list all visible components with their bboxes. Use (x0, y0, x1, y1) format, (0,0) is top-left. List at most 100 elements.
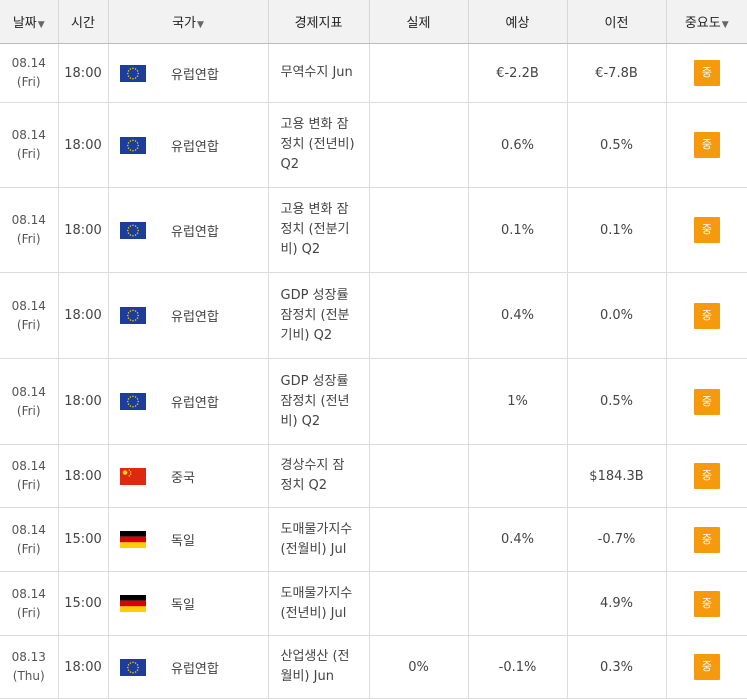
indicator-line: 고용 변화 잠 (280, 202, 349, 217)
actual-cell (369, 444, 469, 508)
eu-flag-icon (120, 658, 147, 676)
previous-cell: 0.5% (567, 358, 667, 445)
actual-cell (369, 507, 469, 572)
actual-cell (369, 272, 469, 359)
indicator-line: 비) Q2 (280, 242, 321, 257)
table-row[interactable]: 08.14 (Fri) 18:00 유럽연합 고용 변화 잠 정치 (전년비) Q2 0.6%… (0, 102, 747, 188)
actual-cell (369, 571, 469, 636)
table-row[interactable]: 08.14 (Fri) 18:00 유럽연합 GDP 성장률 잠정치 (전년 비) Q2 1%… (0, 358, 747, 445)
importance-cell: 중 (666, 272, 747, 359)
time-cell: 18:00 (58, 635, 109, 699)
date-cell: 08.14 (Fri) (0, 187, 59, 273)
importance-cell: 중 (666, 43, 747, 103)
actual-cell: 0% (369, 635, 469, 699)
indicator-line: 잠정치 (전분 (280, 307, 350, 323)
actual-cell (369, 358, 469, 445)
actual-header-label: 실제 (406, 16, 431, 31)
previous-cell: $184.3B (567, 444, 667, 508)
country-cell: 유럽연합 (158, 272, 269, 359)
sort-down-icon[interactable]: ▼ (722, 20, 729, 30)
indicator-cell[interactable]: 고용 변화 잠 정치 (전년비) Q2 (268, 102, 370, 188)
importance-cell: 중 (666, 187, 747, 273)
importance-badge: 중 (693, 302, 720, 329)
importance-header-label: 중요도 (684, 16, 721, 31)
col-header-country[interactable]: 국가▼ (108, 0, 269, 44)
date-text: 08.14 (11, 213, 46, 227)
forecast-cell: 0.1% (468, 187, 568, 273)
forecast-cell: €-2.2B (468, 43, 568, 103)
col-header-forecast: 예상 (468, 0, 568, 44)
importance-badge: 중 (693, 217, 720, 243)
indicator-cell[interactable]: 무역수지 Jun (268, 43, 370, 103)
indicator-cell[interactable]: 도매물가지수 (전월비) Jul (268, 507, 370, 572)
indicator-line: 월비) Jun (280, 669, 334, 684)
previous-cell: 0.1% (567, 187, 667, 273)
table-body: 08.14 (Fri) 18:00 유럽연합 무역수지 Jun €-2.2B €-7.8B 중… (0, 43, 747, 699)
day-text: (Fri) (16, 147, 41, 161)
day-text: (Fri) (16, 232, 41, 246)
indicator-line: GDP 성장률 (280, 287, 349, 303)
importance-badge: 중 (693, 526, 720, 553)
indicator-line: 도매물가지수 (280, 585, 353, 601)
date-cell: 08.14 (Fri) (0, 102, 59, 188)
indicator-cell[interactable]: 산업생산 (전 월비) Jun (268, 635, 370, 699)
indicator-cell[interactable]: 고용 변화 잠 정치 (전분기 비) Q2 (268, 187, 370, 273)
forecast-cell: 0.4% (468, 272, 568, 359)
indicator-line: GDP 성장률 (280, 373, 349, 389)
table-row[interactable]: 08.13 (Thu) 18:00 유럽연합 산업생산 (전 월비) Jun 0% -0.1%… (0, 635, 747, 699)
table-row[interactable]: 08.14 (Fri) 18:00 유럽연합 고용 변화 잠 정치 (전분기 비) Q2 0.… (0, 187, 747, 273)
forecast-cell (468, 571, 568, 636)
flag-cell (108, 635, 158, 699)
indicator-line: 잠정치 (전년 (280, 393, 350, 409)
indicator-cell[interactable]: GDP 성장률 잠정치 (전년 비) Q2 (268, 358, 370, 445)
day-text: (Fri) (16, 75, 41, 89)
indicator-cell[interactable]: 경상수지 잠 정치 Q2 (268, 444, 370, 508)
day-text: (Fri) (16, 541, 41, 556)
col-header-previous: 이전 (567, 0, 667, 44)
indicator-line: 고용 변화 잠 (280, 117, 349, 132)
table-row[interactable]: 08.14 (Fri) 18:00 유럽연합 무역수지 Jun €-2.2B €-7.8B 중 (0, 43, 747, 103)
flag-cell (108, 187, 158, 273)
importance-cell: 중 (666, 102, 747, 188)
col-header-importance[interactable]: 중요도▼ (666, 0, 747, 44)
date-cell: 08.13 (Thu) (0, 635, 59, 699)
col-header-date[interactable]: 날짜▼ (0, 0, 59, 44)
country-cell: 유럽연합 (158, 635, 269, 699)
date-cell: 08.14 (Fri) (0, 444, 59, 508)
forecast-header-label: 예상 (505, 16, 530, 31)
importance-badge: 중 (693, 60, 720, 86)
time-cell: 18:00 (58, 272, 109, 359)
table-row[interactable]: 08.14 (Fri) 18:00 유럽연합 GDP 성장률 잠정치 (전분 기비) Q2 0… (0, 272, 747, 359)
eu-flag-icon (120, 307, 147, 324)
germany-flag-icon (120, 531, 147, 548)
time-cell: 18:00 (58, 43, 109, 103)
table-row[interactable]: 08.14 (Fri) 15:00 독일 도매물가지수 (전년비) Jul 4.9% 중 (0, 571, 747, 636)
previous-cell: 4.9% (567, 571, 667, 636)
previous-cell: 0.0% (567, 272, 667, 359)
indicator-cell[interactable]: 도매물가지수 (전년비) Jul (268, 571, 370, 636)
actual-cell (369, 102, 469, 188)
day-text: (Fri) (16, 403, 41, 418)
indicator-line: 도매물가지수 (280, 521, 353, 537)
indicator-line: (전월비) Jul (280, 541, 347, 557)
country-cell: 유럽연합 (158, 358, 269, 445)
flag-cell (108, 272, 158, 359)
country-header-label: 국가 (172, 16, 196, 31)
flag-cell (108, 444, 158, 508)
eu-flag-icon (120, 221, 147, 239)
country-cell: 유럽연합 (158, 187, 269, 273)
table-row[interactable]: 08.14 (Fri) 18:00 중국 경상수지 잠 정치 Q2 $184.3B 중 (0, 444, 747, 508)
day-text: (Thu) (12, 669, 45, 683)
indicator-cell[interactable]: GDP 성장률 잠정치 (전분 기비) Q2 (268, 272, 370, 359)
sort-down-icon[interactable]: ▼ (38, 20, 45, 30)
actual-cell (369, 187, 469, 273)
importance-cell: 중 (666, 571, 747, 636)
table-row[interactable]: 08.14 (Fri) 15:00 독일 도매물가지수 (전월비) Jul 0.4% -0.7… (0, 507, 747, 572)
economic-calendar-table: 날짜▼ 시간 국가▼ 경제지표 실제 예상 이전 중요도▼ 08.14 (Fri)… (0, 0, 747, 699)
date-cell: 08.14 (Fri) (0, 571, 59, 636)
date-text: 08.14 (11, 128, 46, 142)
time-header-label: 시간 (71, 16, 95, 31)
date-cell: 08.14 (Fri) (0, 358, 59, 445)
sort-down-icon[interactable]: ▼ (197, 20, 204, 30)
time-cell: 18:00 (58, 444, 109, 508)
